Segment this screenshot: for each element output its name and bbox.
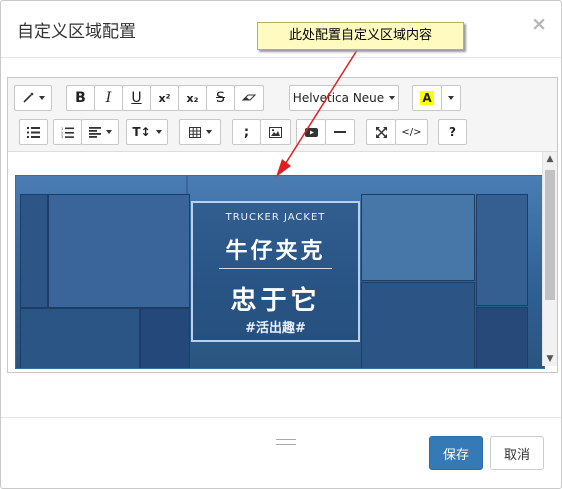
vertical-scrollbar[interactable]: ▲ ▼ (542, 152, 557, 366)
scroll-up-icon[interactable]: ▲ (543, 152, 557, 166)
photo-tile (20, 194, 48, 308)
ol-icon: 123 (61, 127, 74, 138)
editor-content-area[interactable]: TRUCKER JACKET 牛仔夹克 忠于它 #活出趣# ▲ ▼ (8, 152, 557, 445)
banner-image[interactable]: TRUCKER JACKET 牛仔夹克 忠于它 #活出趣# (15, 175, 545, 369)
unordered-list-button[interactable] (19, 119, 48, 145)
bold-button[interactable]: B (66, 85, 95, 111)
strikethrough-button[interactable]: S (206, 85, 235, 111)
photo-tile (476, 307, 528, 368)
svg-text:3: 3 (61, 135, 63, 138)
banner-subtitle: TRUCKER JACKET (225, 212, 326, 223)
chevron-down-icon (155, 130, 162, 134)
photo-tile (20, 308, 140, 368)
superscript-button[interactable]: x² (150, 85, 179, 111)
special-char-button[interactable]: ; (232, 119, 261, 145)
align-button[interactable] (81, 119, 119, 145)
image-button[interactable] (260, 119, 291, 145)
banner-divider (219, 268, 332, 269)
photo-tile (361, 194, 475, 281)
scroll-down-icon[interactable]: ▼ (543, 352, 557, 366)
ordered-list-button[interactable]: 123 (53, 119, 82, 145)
banner-hashtag: #活出趣# (245, 321, 306, 336)
line-height-icon: T↕ (132, 125, 151, 139)
svg-text:1: 1 (61, 127, 63, 131)
align-icon (88, 126, 101, 138)
video-icon (304, 127, 318, 137)
chevron-down-icon (205, 130, 212, 134)
table-button[interactable] (179, 119, 221, 145)
line-height-button[interactable]: T↕ (126, 119, 168, 145)
scroll-thumb[interactable] (545, 170, 555, 300)
text-color-letter: A (420, 91, 434, 105)
help-button[interactable]: ? (438, 119, 467, 145)
video-button[interactable] (296, 119, 326, 145)
chevron-down-icon (38, 96, 45, 100)
photo-tile (140, 308, 190, 368)
rich-text-editor: B I U x² x₂ S Helvetica Neue A 1 2 3 T↕ … (7, 77, 558, 445)
subscript-button[interactable]: x₂ (178, 85, 207, 111)
eraser-icon (242, 94, 256, 101)
chevron-down-icon (389, 96, 396, 100)
text-color-button[interactable]: A (412, 85, 442, 111)
table-icon (188, 126, 201, 138)
font-family-value: Helvetica Neue (292, 91, 385, 105)
banner-heading-2: 忠于它 (230, 286, 321, 316)
banner-text-box: TRUCKER JACKET 牛仔夹克 忠于它 #活出趣# (191, 201, 360, 342)
cancel-button[interactable]: 取消 (490, 436, 544, 470)
close-icon[interactable]: × (531, 13, 547, 35)
expand-icon (375, 126, 387, 138)
image-icon (269, 126, 282, 138)
italic-button[interactable]: I (94, 85, 123, 111)
chevron-down-icon (105, 130, 112, 134)
ul-icon (27, 126, 40, 138)
photo-tile (476, 194, 528, 306)
horizontal-rule-button[interactable] (325, 119, 355, 145)
photo-tile (48, 194, 190, 308)
chevron-down-icon (448, 96, 454, 100)
magic-wand-style-button[interactable] (14, 85, 52, 111)
editor-toolbar: B I U x² x₂ S Helvetica Neue A 1 2 3 T↕ … (8, 78, 557, 152)
code-view-button[interactable]: </> (395, 119, 428, 145)
banner-heading-1: 牛仔夹克 (225, 239, 326, 264)
eraser-button[interactable] (234, 85, 264, 111)
font-family-select[interactable]: Helvetica Neue (289, 85, 399, 111)
hr-icon (334, 131, 346, 133)
magic-wand-icon (22, 92, 33, 103)
callout-tooltip: 此处配置自定义区域内容 (257, 22, 464, 50)
text-color-dropdown[interactable] (441, 85, 461, 111)
fullscreen-button[interactable] (366, 119, 396, 145)
save-button[interactable]: 保存 (429, 436, 483, 470)
underline-button[interactable]: U (122, 85, 151, 111)
dialog-title: 自定义区域配置 (17, 22, 136, 42)
photo-tile (361, 282, 475, 368)
config-dialog: 自定义区域配置 × 此处配置自定义区域内容 B I U x² x₂ S Helv… (0, 0, 562, 489)
